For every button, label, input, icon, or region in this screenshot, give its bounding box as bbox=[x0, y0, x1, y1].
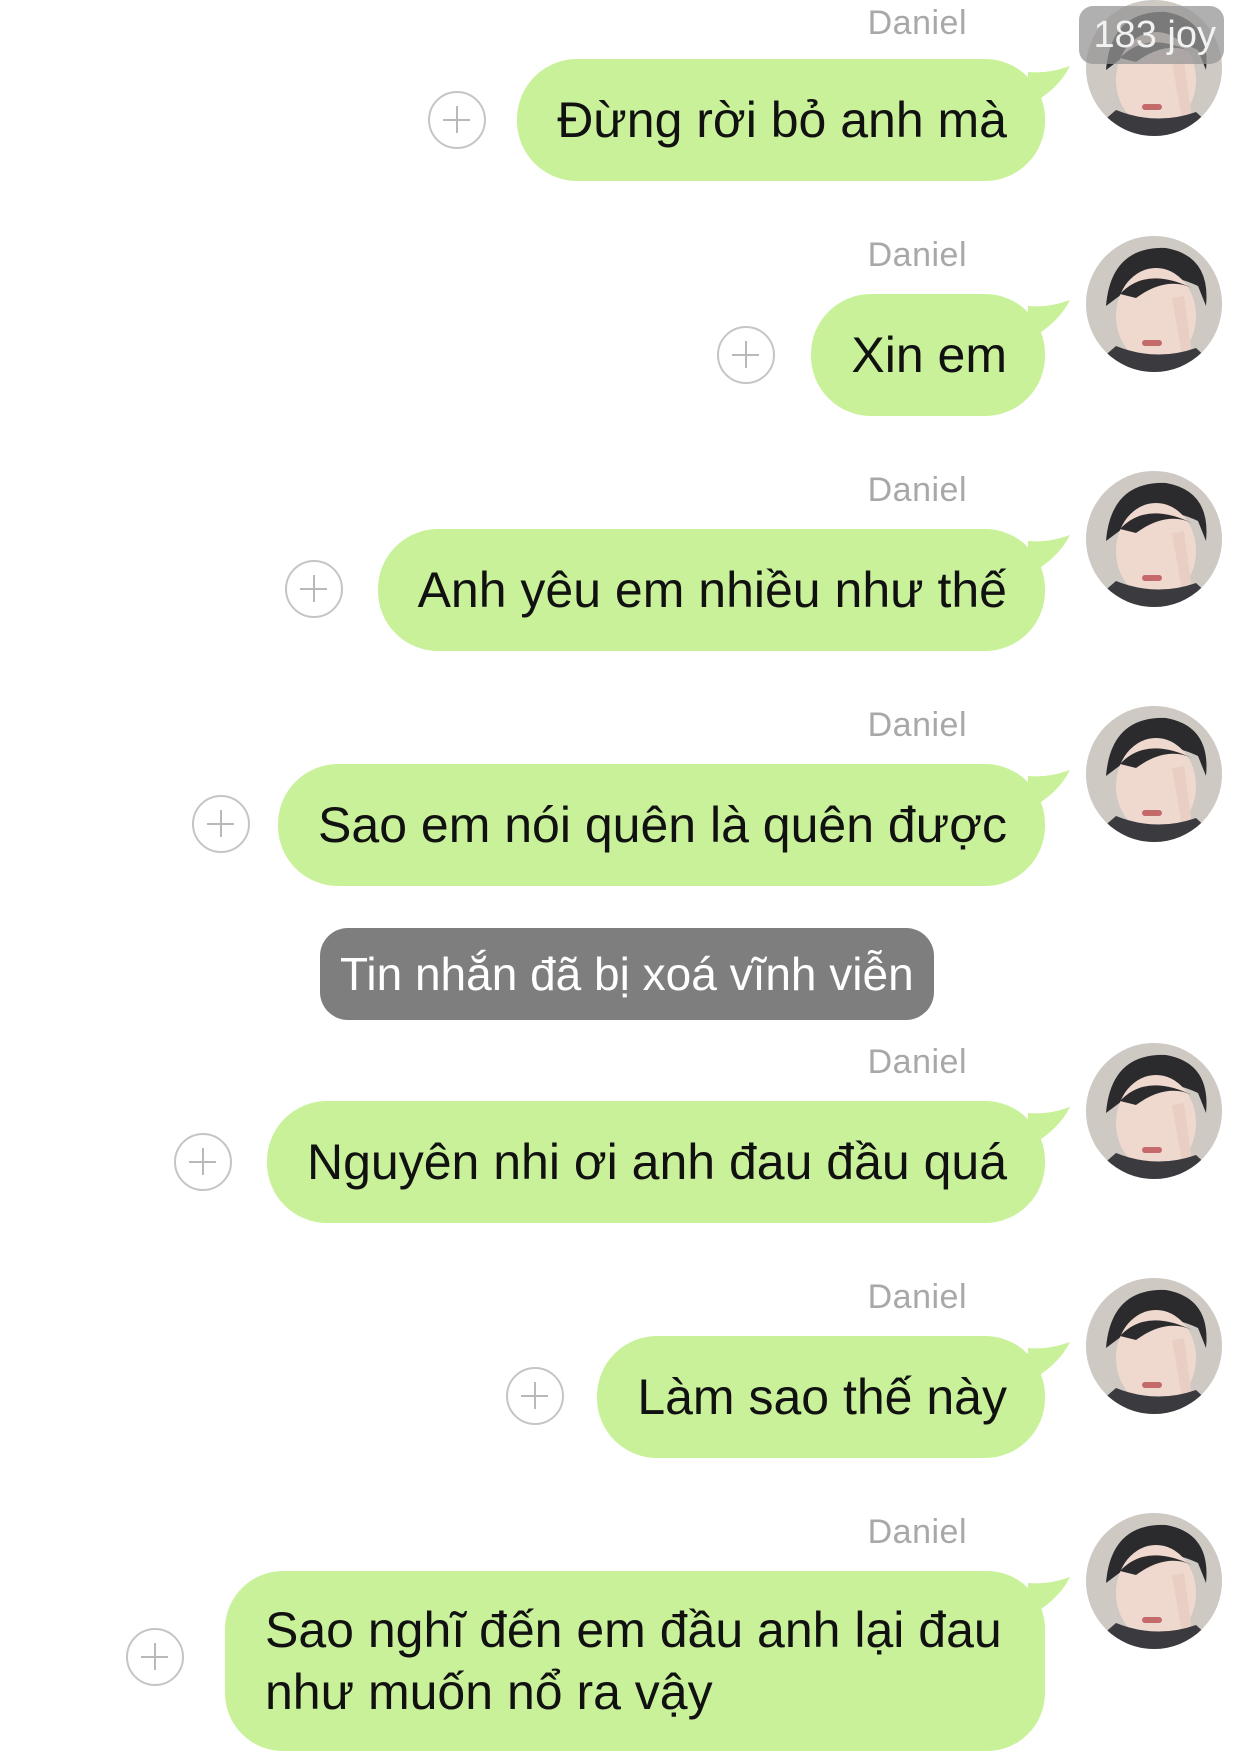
avatar[interactable] bbox=[1086, 706, 1222, 842]
bubble-tail bbox=[1028, 66, 1070, 106]
message-bubble[interactable]: Làm sao thế này bbox=[597, 1336, 1045, 1458]
sender-name: Daniel bbox=[867, 236, 967, 274]
watermark: 183 joy bbox=[1079, 6, 1224, 64]
plus-circle-icon[interactable] bbox=[174, 1133, 232, 1191]
bubble-tail bbox=[1028, 770, 1070, 810]
plus-circle-icon[interactable] bbox=[192, 795, 250, 853]
avatar[interactable] bbox=[1086, 236, 1222, 372]
message-bubble[interactable]: Đừng rời bỏ anh mà bbox=[517, 59, 1045, 181]
avatar[interactable] bbox=[1086, 471, 1222, 607]
sender-name: Daniel bbox=[867, 1513, 967, 1551]
message-bubble[interactable]: Xin em bbox=[811, 294, 1045, 416]
sender-name: Daniel bbox=[867, 4, 967, 42]
plus-circle-icon[interactable] bbox=[285, 560, 343, 618]
avatar[interactable] bbox=[1086, 1043, 1222, 1179]
bubble-tail bbox=[1028, 1107, 1070, 1147]
bubble-tail bbox=[1028, 535, 1070, 575]
plus-circle-icon[interactable] bbox=[126, 1628, 184, 1686]
message-bubble[interactable]: Sao em nói quên là quên được bbox=[278, 764, 1045, 886]
avatar[interactable] bbox=[1086, 1278, 1222, 1414]
sender-name: Daniel bbox=[867, 1043, 967, 1081]
avatar[interactable] bbox=[1086, 1513, 1222, 1649]
bubble-tail bbox=[1028, 1577, 1070, 1617]
message-bubble[interactable]: Anh yêu em nhiều như thế bbox=[377, 529, 1045, 651]
message-bubble[interactable]: Sao nghĩ đến em đầu anh lại đau như muốn… bbox=[225, 1571, 1045, 1751]
deleted-message-notice: Tin nhắn đã bị xoá vĩnh viễn bbox=[320, 928, 934, 1020]
sender-name: Daniel bbox=[867, 1278, 967, 1316]
sender-name: Daniel bbox=[867, 706, 967, 744]
plus-circle-icon[interactable] bbox=[428, 91, 486, 149]
sender-name: Daniel bbox=[867, 471, 967, 509]
bubble-tail bbox=[1028, 300, 1070, 340]
bubble-tail bbox=[1028, 1342, 1070, 1382]
message-bubble[interactable]: Nguyên nhi ơi anh đau đầu quá bbox=[267, 1101, 1045, 1223]
plus-circle-icon[interactable] bbox=[717, 326, 775, 384]
plus-circle-icon[interactable] bbox=[506, 1367, 564, 1425]
